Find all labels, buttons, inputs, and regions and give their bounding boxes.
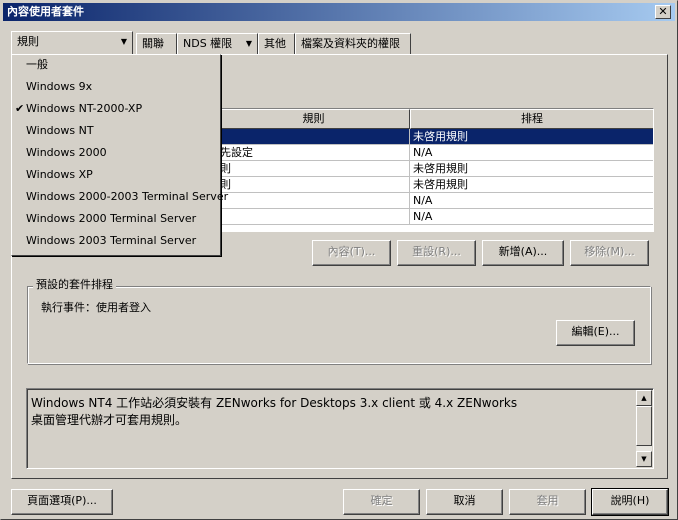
remove-button[interactable]: 移除(M)... [570,240,649,266]
table-row[interactable]: 未啓用規則 [217,129,653,145]
table-cell-schedule: N/A [413,194,433,207]
tab-file-folder-rights[interactable]: 檔案及資料夾的權限 [295,33,411,55]
tab-other-label: 其他 [264,37,286,50]
table-cell-schedule: 未啓用規則 [413,130,468,143]
table-cell-rule [217,209,410,225]
default-schedule-legend: 預設的套件排程 [33,278,116,292]
vertical-scrollbar[interactable]: ▲ ▼ [636,390,652,467]
menu-item-label: Windows 2000-2003 Terminal Server [26,190,229,203]
info-textarea[interactable]: Windows NT4 工作站必須安裝有 ZENworks for Deskto… [26,388,654,469]
menu-item-label: Windows NT [26,124,94,137]
scroll-down-button[interactable]: ▼ [636,451,652,467]
title-bar: 內容使用者套件 ✕ [3,3,675,21]
menu-item-windows-xp[interactable]: Windows XP [13,164,219,186]
menu-item-windows-nt[interactable]: Windows NT [13,120,219,142]
table-row[interactable]: 則 未啓用規則 [217,177,653,193]
tab-nds-rights[interactable]: NDS 權限 ▼ [177,33,258,55]
close-button[interactable]: ✕ [655,5,671,19]
tab-associations-label: 關聯 [142,37,164,50]
table-header: 規則 排程 [217,109,653,129]
column-header-rule[interactable]: 規則 [217,109,410,129]
rules-table[interactable]: 規則 排程 未啓用規則 先設定 N/A 則 未啓用規則 則 未啓用規則 N/A … [216,108,654,232]
scroll-up-button[interactable]: ▲ [636,390,652,406]
table-row[interactable]: 則 未啓用規則 [217,161,653,177]
tab-rules[interactable]: 規則 ▼ [11,31,133,55]
tab-nds-rights-label: NDS 權限 [183,37,233,50]
properties-button[interactable]: 內容(T)... [312,240,391,266]
menu-item-windows-2000[interactable]: Windows 2000 [13,142,219,164]
table-cell-rule: 則 [217,177,410,193]
tab-associations[interactable]: 關聯 [136,33,177,55]
info-text-line2: 桌面管理代辦才可套用規則。 [31,413,188,427]
table-cell-schedule: 未啓用規則 [413,178,468,191]
cancel-button[interactable]: 取消 [426,489,503,515]
close-icon: ✕ [658,5,668,18]
triangle-down-icon: ▼ [641,455,647,463]
page-options-button[interactable]: 頁面選項(P)... [11,489,113,515]
table-cell-rule [217,193,410,209]
menu-item-windows-2000-terminal-server[interactable]: Windows 2000 Terminal Server [13,208,219,230]
table-row[interactable]: 先設定 N/A [217,145,653,161]
info-text: Windows NT4 工作站必須安裝有 ZENworks for Deskto… [31,395,631,429]
edit-schedule-button[interactable]: 編輯(E)... [556,320,635,346]
menu-item-label: Windows 2000 Terminal Server [26,212,197,225]
schedule-event-text: 執行事件：使用者登入 [41,301,151,314]
menu-item-windows-nt-2000-xp[interactable]: ✔ Windows NT-2000-XP [13,98,219,120]
tab-other[interactable]: 其他 [258,33,295,55]
chevron-down-icon: ▼ [245,39,252,48]
menu-item-label: Windows XP [26,168,93,181]
tab-rules-label: 規則 [17,35,39,48]
table-cell-schedule: N/A [413,210,433,223]
checkmark-icon: ✔ [15,102,25,115]
help-button[interactable]: 說明(H) [591,488,669,516]
scroll-thumb[interactable] [636,406,652,446]
triangle-up-icon: ▲ [641,394,647,402]
chevron-down-icon: ▼ [120,37,127,46]
reset-button[interactable]: 重設(R)... [397,240,476,266]
dialog-window: 內容使用者套件 ✕ 規則 ▼ 關聯 NDS 權限 ▼ 其他 檔案及資料夾的權限 … [0,0,678,520]
table-row[interactable]: N/A [217,193,653,209]
window-title: 內容使用者套件 [7,5,84,18]
menu-item-label: Windows NT-2000-XP [26,102,143,115]
apply-button[interactable]: 套用 [509,489,586,515]
menu-item-label: Windows 2003 Terminal Server [26,234,197,247]
menu-item-label: 一般 [26,58,48,71]
column-header-schedule[interactable]: 排程 [410,109,653,129]
table-cell-schedule: N/A [413,146,433,159]
add-button[interactable]: 新增(A)... [482,240,564,266]
tab-file-folder-rights-label: 檔案及資料夾的權限 [301,37,400,50]
menu-item-label: Windows 2000 [26,146,107,159]
menu-item-windows-2003-terminal-server[interactable]: Windows 2003 Terminal Server [13,230,219,252]
table-cell-rule [217,129,410,145]
table-cell-rule: 則 [217,161,410,177]
platform-dropdown-menu: 一般 Windows 9x ✔ Windows NT-2000-XP Windo… [11,54,228,256]
menu-item-general[interactable]: 一般 [13,54,219,76]
table-cell-schedule: 未啓用規則 [413,162,468,175]
menu-item-windows-9x[interactable]: Windows 9x [13,76,219,98]
table-row[interactable]: N/A [217,209,653,225]
ok-button[interactable]: 確定 [343,489,420,515]
menu-item-label: Windows 9x [26,80,93,93]
info-text-line1: Windows NT4 工作站必須安裝有 ZENworks for Deskto… [31,396,518,410]
menu-item-windows-2000-2003-terminal-server[interactable]: Windows 2000-2003 Terminal Server [13,186,228,208]
table-cell-rule: 先設定 [217,145,410,161]
